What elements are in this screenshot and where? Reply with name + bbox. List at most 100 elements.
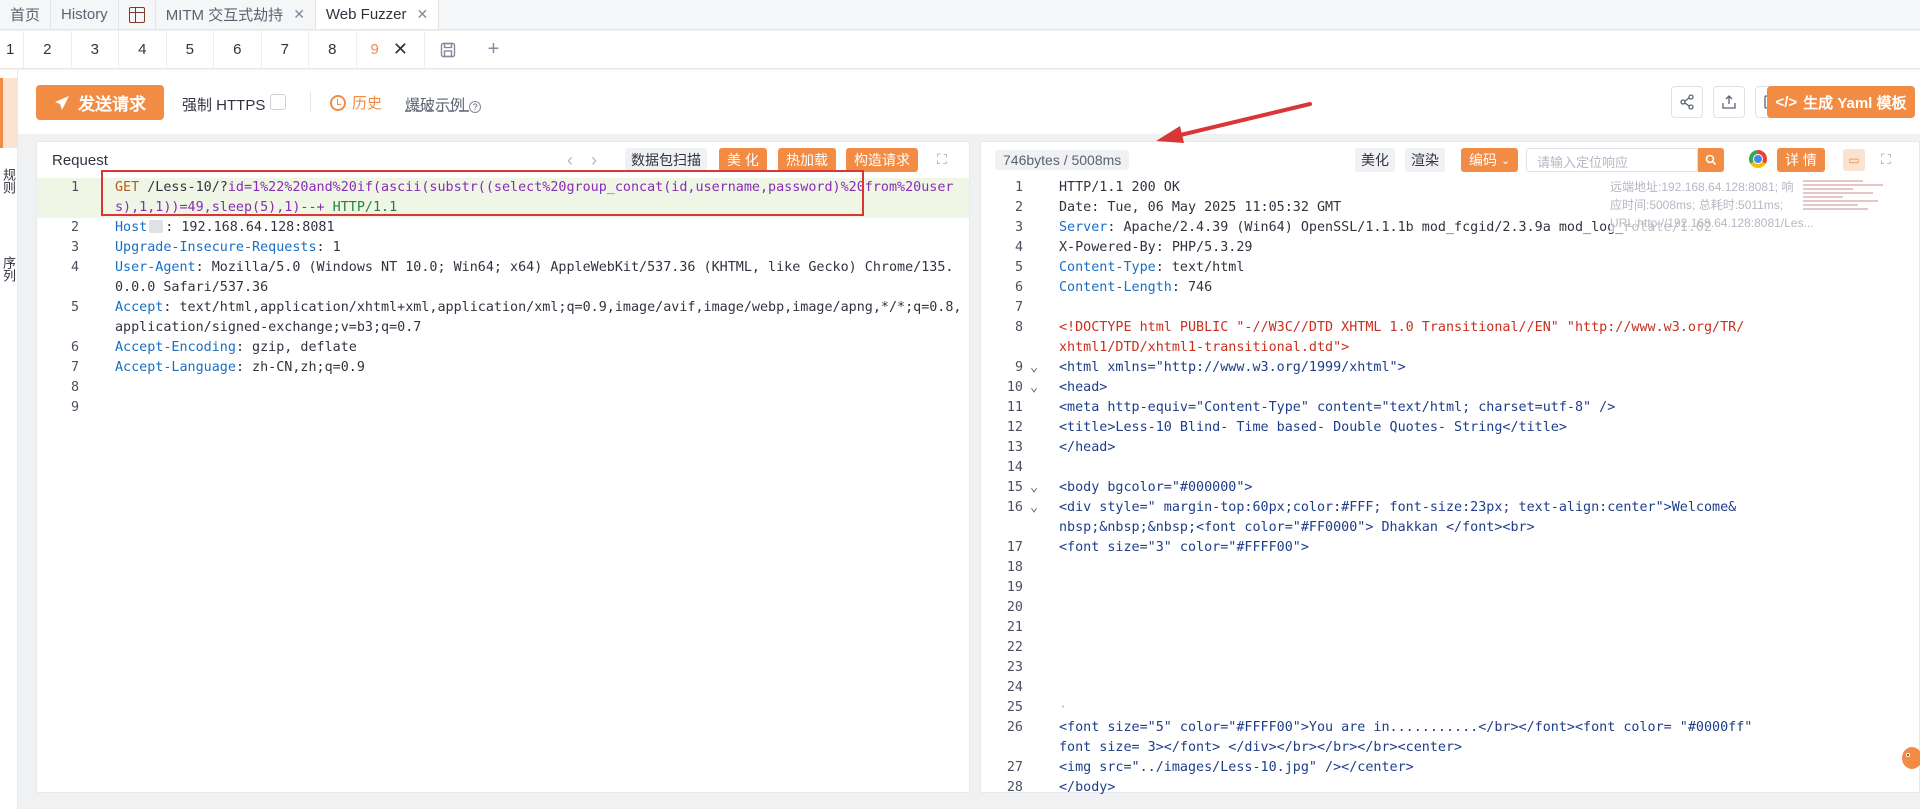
request-title: Request [52, 152, 108, 169]
code-line: 18 [1006, 560, 1023, 575]
comment-icon[interactable]: ▭ [1843, 149, 1865, 171]
line-number: 2 [1014, 200, 1023, 215]
html-doctype-b: xhtml1/DTD/xhtml1-transitional.dtd"> [1059, 340, 1350, 355]
code-line: 8 <!DOCTYPE html PUBLIC "-//W3C//DTD XHTM… [981, 318, 1919, 338]
sub-tab-label: 6 [233, 41, 242, 58]
code-line: 21 [1006, 620, 1023, 635]
render-button[interactable]: 渲染 [1405, 148, 1445, 172]
line-number: 5 [1014, 260, 1023, 275]
close-icon[interactable]: ✕ [417, 6, 429, 23]
line-number: 5 [70, 300, 79, 315]
side-tab-sequence[interactable]: 序列 [0, 256, 18, 282]
response-search-input[interactable]: 请输入定位响应 [1526, 148, 1698, 172]
history-label: 历史 [352, 95, 383, 112]
code-line: 10 ⌄ <head> [981, 378, 1919, 398]
header-key: Upgrade-Insecure-Requests [115, 240, 317, 255]
header-value: : Mozilla/5.0 (Windows NT 10.0; Win64; x… [115, 260, 954, 295]
header-value: : 746 [1171, 280, 1213, 295]
header-key: Accept-Encoding [115, 340, 236, 355]
response-beautify-button[interactable]: 美化 [1355, 148, 1395, 172]
code-minimap[interactable] [1803, 178, 1893, 238]
code-line: nbsp;&nbsp;&nbsp;<font color="#FF0000"> … [981, 518, 1919, 538]
code-line: 5 Content-Type: text/html [981, 258, 1919, 278]
history-button[interactable]: 历史 [330, 92, 382, 113]
history-nav-arrows[interactable]: ‹› [567, 150, 615, 171]
plus-icon[interactable]: + [471, 31, 517, 68]
tab-mitm-label: MITM 交互式劫持 [165, 7, 284, 24]
beautify-button[interactable]: 美 化 [719, 148, 767, 172]
table-icon [128, 6, 145, 23]
export-icon[interactable] [1713, 86, 1745, 118]
search-icon[interactable] [1698, 148, 1724, 172]
line-number: 3 [1014, 220, 1023, 235]
sub-tab-8[interactable]: 8 [309, 31, 357, 68]
fold-chevron-icon[interactable]: ⌄ [1023, 478, 1045, 498]
request-query: id=1%22%20and%20if(ascii(substr((select%… [115, 180, 954, 215]
send-request-button[interactable]: 发送请求 [36, 85, 164, 120]
request-panel: Request ‹› 数据包扫描 美 化 热加载 构造请求 ⛶ 1 GET /L… [36, 141, 970, 793]
header-key: Accept [115, 300, 164, 315]
http-protocol: HTTP/1.1 [332, 200, 398, 215]
tab-home[interactable]: 首页 [0, 0, 52, 29]
code-line: 17 <font size="3" color="#FFFF00"> [981, 538, 1919, 558]
generate-yaml-button[interactable]: </> 生成 Yaml 模板 [1767, 86, 1915, 118]
sub-tab-label: 5 [185, 41, 194, 58]
request-editor[interactable]: 1 GET /Less-10/?id=1%22%20and%20if(ascii… [37, 178, 969, 792]
fold-chevron-icon[interactable]: ⌄ [1023, 498, 1045, 518]
fold-chevron-icon[interactable]: ⌄ [1023, 358, 1045, 378]
response-editor[interactable]: 1 HTTP/1.1 200 OK 2 Date: Tue, 06 May 2025… [981, 178, 1919, 795]
sub-tab-label: 2 [43, 41, 52, 58]
sub-tab-6[interactable]: 6 [214, 31, 262, 68]
tab-mitm[interactable]: MITM 交互式劫持 ✕ [156, 0, 316, 29]
sub-tab-2[interactable]: 2 [24, 31, 72, 68]
code-line: 12 <title>Less-10 Blind- Time based- Doub… [981, 418, 1919, 438]
header-value: : 192.168.64.128:8081 [165, 220, 335, 235]
chevron-down-icon: ⌄ [1501, 154, 1511, 167]
html-line: <head> [1059, 380, 1108, 395]
fuzzer-sub-tabs: 1 2 3 4 5 6 7 8 9 ✕ + [0, 31, 1920, 69]
sub-tab-4[interactable]: 4 [119, 31, 167, 68]
sub-tab-9[interactable]: 9 ✕ [357, 31, 425, 68]
sub-tab-5[interactable]: 5 [167, 31, 214, 68]
build-request-button[interactable]: 构造请求 [846, 148, 918, 172]
side-active-tab[interactable] [0, 78, 18, 148]
close-icon[interactable]: ✕ [393, 39, 408, 60]
generate-yaml-label: 生成 Yaml 模板 [1803, 94, 1907, 112]
share-icon[interactable] [1671, 86, 1703, 118]
code-line: 22 [1006, 640, 1023, 655]
tab-table-tool[interactable] [119, 0, 156, 29]
force-https-checkbox[interactable] [270, 94, 286, 110]
sub-tab-7[interactable]: 7 [262, 31, 309, 68]
sub-tab-label: 7 [280, 41, 289, 58]
response-size-badge: 746bytes / 5008ms [995, 150, 1130, 170]
tab-history[interactable]: History [51, 0, 119, 29]
encoding-dropdown[interactable]: 编码 ⌄ [1461, 148, 1519, 172]
html-line: nbsp;&nbsp;&nbsp;<font color="#FF0000"> … [1059, 520, 1535, 535]
details-button[interactable]: 详 情 [1777, 148, 1825, 172]
expand-icon[interactable]: ⛶ [1881, 151, 1895, 167]
code-line: 28 </body> [981, 778, 1919, 798]
close-icon[interactable]: ✕ [293, 6, 305, 23]
header-key: Content-Length [1059, 280, 1172, 295]
hot-load-button[interactable]: 热加载 [778, 148, 836, 172]
code-line: 25 · [981, 698, 1919, 718]
response-panel: 746bytes / 5008ms 美化 渲染 编码 ⌄ 请输入定位响应 详 情 … [980, 141, 1920, 795]
encoding-label: 编码 [1469, 152, 1497, 168]
html-line: · [1059, 700, 1068, 715]
side-tab-rules[interactable]: 规则 [0, 168, 18, 194]
force-https-label: 强制 HTTPS [182, 97, 266, 114]
chrome-icon[interactable] [1749, 150, 1767, 168]
sub-tab-3[interactable]: 3 [72, 31, 119, 68]
expand-icon[interactable]: ⛶ [937, 151, 951, 167]
tab-web-fuzzer[interactable]: Web Fuzzer ✕ [315, 0, 440, 29]
line-number: 4 [1014, 240, 1023, 255]
save-icon[interactable] [425, 31, 471, 68]
packet-scan-button[interactable]: 数据包扫描 [625, 148, 707, 172]
html-line: <body bgcolor="#000000"> [1059, 480, 1253, 495]
sub-tab-label: 8 [328, 41, 337, 58]
fold-chevron-icon[interactable]: ⌄ [1023, 378, 1045, 398]
brute-force-example-link[interactable]: 爆破示例 ? [405, 94, 482, 115]
code-line: 8 [37, 378, 969, 398]
sub-tab-1[interactable]: 1 [0, 31, 24, 68]
header-text: X-Powered-By: PHP/5.3.29 [1059, 240, 1253, 255]
